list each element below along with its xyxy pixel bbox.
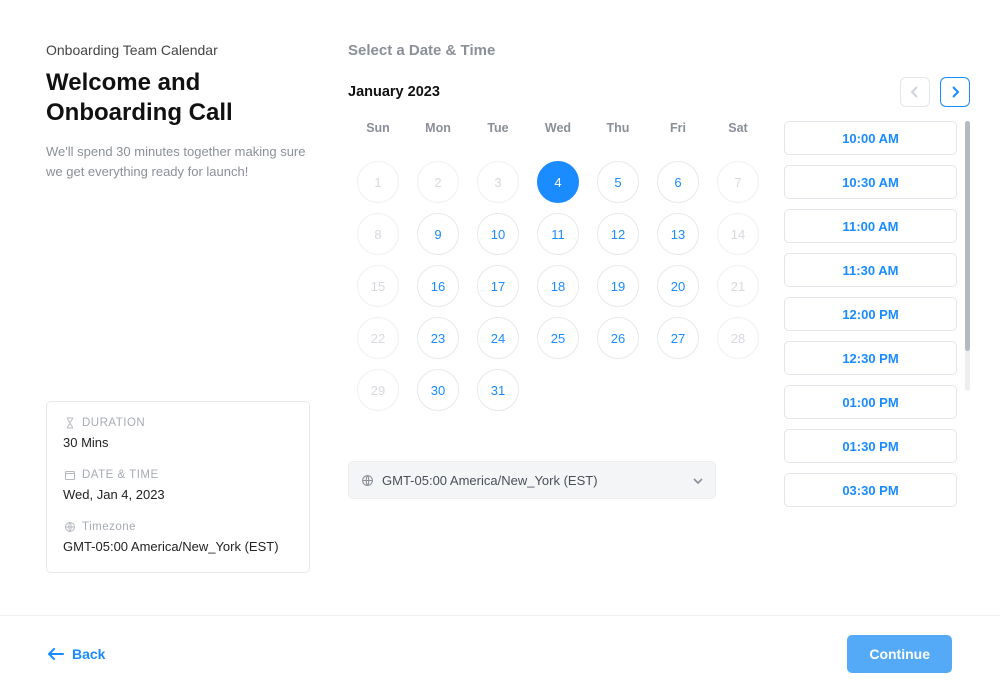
time-slot[interactable]: 10:30 AM xyxy=(784,165,957,199)
section-title: Select a Date & Time xyxy=(348,42,970,59)
timezone-label-text: Timezone xyxy=(82,521,136,533)
time-slot[interactable]: 12:30 PM xyxy=(784,341,957,375)
time-slot[interactable]: 11:30 AM xyxy=(784,253,957,287)
event-title: Welcome and Onboarding Call xyxy=(46,68,310,128)
booking-page: Onboarding Team Calendar Welcome and Onb… xyxy=(0,0,1000,691)
calendar-day[interactable]: 6 xyxy=(657,161,699,203)
calendar-week: 22 23 24 25 26 27 28 xyxy=(348,317,768,359)
time-slot[interactable]: 11:00 AM xyxy=(784,209,957,243)
month-label: January 2023 xyxy=(348,84,900,100)
continue-button[interactable]: Continue xyxy=(847,635,952,673)
calendar-day[interactable]: 23 xyxy=(417,317,459,359)
calendar-day: 3 xyxy=(477,161,519,203)
calendar-header: January 2023 xyxy=(348,77,970,107)
arrow-left-icon xyxy=(48,648,64,660)
back-label: Back xyxy=(72,646,105,662)
calendar-week: 1234567 xyxy=(348,161,768,203)
timezone-select-value: GMT-05:00 America/New_York (EST) xyxy=(382,473,598,488)
calendar-day: 29 xyxy=(357,369,399,411)
calendar-day: 2 xyxy=(417,161,459,203)
chevron-right-icon xyxy=(949,85,961,99)
event-description: We'll spend 30 minutes together making s… xyxy=(46,142,310,181)
timezone-value: GMT-05:00 America/New_York (EST) xyxy=(63,539,293,554)
caret-down-icon xyxy=(693,473,703,488)
duration-label-text: DURATION xyxy=(82,417,145,429)
datetime-label-text: DATE & TIME xyxy=(82,469,159,481)
calendar-day[interactable]: 19 xyxy=(597,265,639,307)
calendar-week: 15 16 17 18 19 20 21 xyxy=(348,265,768,307)
calendar-day: 15 xyxy=(357,265,399,307)
time-slot[interactable]: 03:30 PM xyxy=(784,473,957,507)
calendar-week: 89 10 11 12 13 14 xyxy=(348,213,768,255)
calendar-day[interactable]: 27 xyxy=(657,317,699,359)
time-slot-panel: 10:00 AM 10:30 AM 11:00 AM 11:30 AM 12:00 PM… xyxy=(784,121,970,665)
calendar-day[interactable]: 10 xyxy=(477,213,519,255)
hourglass-icon xyxy=(63,416,76,429)
calendar-day[interactable]: 4 xyxy=(537,161,579,203)
dow-label: Fri xyxy=(648,121,708,135)
back-button[interactable]: Back xyxy=(48,646,105,662)
dow-label: Sat xyxy=(708,121,768,135)
globe-icon xyxy=(63,520,76,533)
duration-value: 30 Mins xyxy=(63,435,293,450)
calendar-day[interactable]: 16 xyxy=(417,265,459,307)
calendar-day[interactable]: 5 xyxy=(597,161,639,203)
calendar-week: 29 30 31 xyxy=(348,369,768,411)
calendar-day: 1 xyxy=(357,161,399,203)
calendar-day[interactable]: 31 xyxy=(477,369,519,411)
calendar-weeks: 1234567891011121314151617181920212223242… xyxy=(348,161,768,411)
dow-label: Tue xyxy=(468,121,528,135)
next-month-button[interactable] xyxy=(940,77,970,107)
time-slot[interactable]: 10:00 AM xyxy=(784,121,957,155)
time-slot-list: 10:00 AM 10:30 AM 11:00 AM 11:30 AM 12:00 PM… xyxy=(784,121,965,665)
prev-month-button[interactable] xyxy=(900,77,930,107)
time-slot[interactable]: 12:00 PM xyxy=(784,297,957,331)
footer: Back Continue xyxy=(0,615,1000,691)
day-of-week-row: SunMonTueWedThuFriSat xyxy=(348,121,768,135)
dow-label: Wed xyxy=(528,121,588,135)
duration-label: DURATION xyxy=(63,416,293,429)
calendar-day[interactable]: 13 xyxy=(657,213,699,255)
picker-main-row: SunMonTueWedThuFriSat 123456789101112131… xyxy=(348,121,970,665)
dow-label: Mon xyxy=(408,121,468,135)
calendar-day[interactable]: 25 xyxy=(537,317,579,359)
calendar-day: 21 xyxy=(717,265,759,307)
calendar-day[interactable]: 18 xyxy=(537,265,579,307)
calendar-day[interactable]: 24 xyxy=(477,317,519,359)
dow-label: Sun xyxy=(348,121,408,135)
time-slot[interactable]: 01:00 PM xyxy=(784,385,957,419)
calendar-day: 28 xyxy=(717,317,759,359)
calendar-day[interactable]: 11 xyxy=(537,213,579,255)
calendar: SunMonTueWedThuFriSat 123456789101112131… xyxy=(348,121,768,665)
info-panel: Onboarding Team Calendar Welcome and Onb… xyxy=(28,26,328,665)
timezone-select[interactable]: GMT-05:00 America/New_York (EST) xyxy=(348,461,716,499)
chevron-left-icon xyxy=(909,85,921,99)
calendar-day[interactable]: 12 xyxy=(597,213,639,255)
calendar-icon xyxy=(63,468,76,481)
calendar-day[interactable]: 20 xyxy=(657,265,699,307)
calendar-day[interactable]: 17 xyxy=(477,265,519,307)
picker-panel: Select a Date & Time January 2023 SunMon… xyxy=(328,26,970,665)
dow-label: Thu xyxy=(588,121,648,135)
time-slot-scrollbar[interactable] xyxy=(965,121,970,391)
timezone-label: Timezone xyxy=(63,520,293,533)
scrollbar-thumb[interactable] xyxy=(965,121,970,351)
calendar-day: 7 xyxy=(717,161,759,203)
calendar-day[interactable]: 30 xyxy=(417,369,459,411)
calendar-day: 8 xyxy=(357,213,399,255)
time-slot[interactable]: 01:30 PM xyxy=(784,429,957,463)
calendar-day[interactable]: 9 xyxy=(417,213,459,255)
calendar-owner: Onboarding Team Calendar xyxy=(46,42,310,58)
datetime-label: DATE & TIME xyxy=(63,468,293,481)
calendar-day: 22 xyxy=(357,317,399,359)
meeting-meta-card: DURATION 30 Mins DATE & TIME Wed, Jan 4,… xyxy=(46,401,310,573)
calendar-day: 14 xyxy=(717,213,759,255)
datetime-value: Wed, Jan 4, 2023 xyxy=(63,487,293,502)
globe-icon xyxy=(361,474,374,487)
calendar-day[interactable]: 26 xyxy=(597,317,639,359)
